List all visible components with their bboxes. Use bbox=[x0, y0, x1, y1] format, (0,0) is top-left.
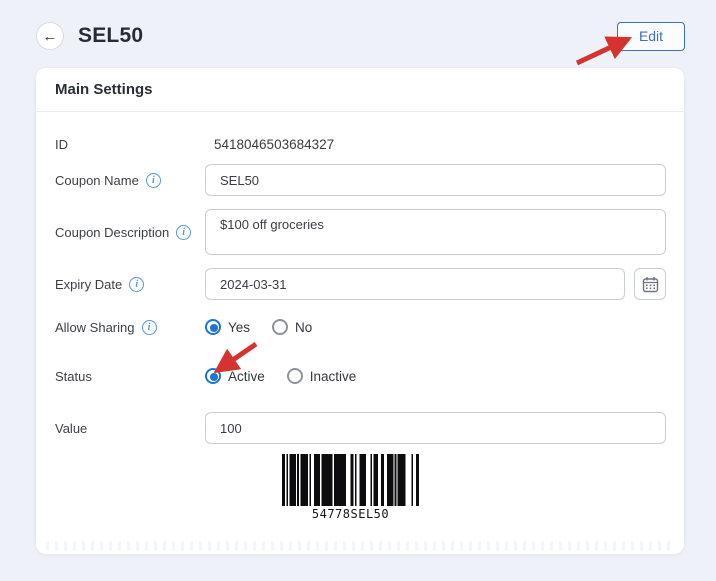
back-button[interactable]: ← bbox=[36, 22, 64, 50]
main-settings-card: Main Settings ID 5418046503684327 Coupon… bbox=[36, 68, 684, 554]
info-icon[interactable]: i bbox=[145, 172, 161, 188]
field-row-value: Value bbox=[55, 412, 666, 444]
expiry-date-input[interactable] bbox=[205, 268, 625, 300]
field-row-allow-sharing: Allow Sharing i Yes No bbox=[55, 313, 666, 341]
id-value: 5418046503684327 bbox=[214, 136, 335, 152]
field-row-id: ID 5418046503684327 bbox=[55, 130, 666, 158]
radio-button-icon[interactable] bbox=[286, 368, 303, 384]
field-row-coupon-name: Coupon Name i bbox=[55, 164, 666, 196]
allow-sharing-label: Allow Sharing bbox=[55, 319, 135, 335]
value-label-wrap: Value bbox=[55, 421, 205, 436]
radio-label[interactable]: Inactive bbox=[310, 369, 357, 384]
info-icon[interactable]: i bbox=[129, 276, 145, 292]
radio-allow-sharing-no[interactable]: No bbox=[272, 319, 312, 335]
page-header: ← SEL50 Edit bbox=[36, 18, 685, 54]
card-bottom-stripes bbox=[46, 541, 674, 551]
calendar-icon bbox=[642, 276, 658, 292]
arrow-left-icon: ← bbox=[42, 27, 58, 45]
radio-button-icon[interactable] bbox=[205, 319, 221, 335]
coupon-name-input[interactable] bbox=[205, 164, 666, 196]
expiry-date-label: Expiry Date bbox=[55, 276, 123, 292]
edit-button[interactable]: Edit bbox=[617, 21, 685, 51]
expiry-date-label-wrap: Expiry Date i bbox=[55, 276, 205, 292]
radio-label[interactable]: Active bbox=[228, 369, 265, 384]
barcode-image bbox=[282, 454, 419, 506]
value-label: Value bbox=[55, 420, 88, 436]
coupon-description-label: Coupon Description bbox=[55, 224, 170, 240]
card-body: ID 5418046503684327 Coupon Name i Coupon… bbox=[36, 112, 684, 521]
coupon-name-label: Coupon Name bbox=[55, 172, 139, 188]
barcode-text: 54778SEL50 bbox=[311, 507, 390, 521]
radio-allow-sharing-yes[interactable]: Yes bbox=[205, 319, 250, 335]
coupon-name-label-wrap: Coupon Name i bbox=[55, 172, 205, 188]
id-label-wrap: ID bbox=[55, 137, 205, 152]
status-label: Status bbox=[55, 368, 92, 384]
value-input[interactable] bbox=[205, 412, 666, 444]
coupon-description-input[interactable]: $100 off groceries bbox=[205, 209, 666, 255]
page-title: SEL50 bbox=[78, 24, 144, 47]
status-label-wrap: Status bbox=[55, 369, 205, 384]
barcode-block: 54778SEL50 bbox=[282, 454, 419, 521]
coupon-description-label-wrap: Coupon Description i bbox=[55, 224, 205, 240]
field-row-coupon-description: Coupon Description i $100 off groceries bbox=[55, 209, 666, 255]
field-row-expiry-date: Expiry Date i bbox=[55, 268, 666, 300]
radio-label[interactable]: Yes bbox=[228, 320, 250, 335]
allow-sharing-label-wrap: Allow Sharing i bbox=[55, 319, 205, 335]
card-header: Main Settings bbox=[36, 68, 684, 112]
info-icon[interactable]: i bbox=[141, 319, 157, 335]
radio-label[interactable]: No bbox=[295, 320, 312, 335]
radio-button-icon[interactable] bbox=[272, 319, 289, 335]
id-label: ID bbox=[55, 136, 68, 152]
field-row-status: Status Active Inactive bbox=[55, 362, 666, 390]
card-title: Main Settings bbox=[55, 81, 153, 98]
radio-button-icon[interactable] bbox=[205, 368, 221, 384]
radio-status-inactive[interactable]: Inactive bbox=[286, 368, 357, 384]
date-picker-button[interactable] bbox=[634, 268, 666, 300]
radio-status-active[interactable]: Active bbox=[205, 368, 265, 384]
info-icon[interactable]: i bbox=[176, 224, 192, 240]
